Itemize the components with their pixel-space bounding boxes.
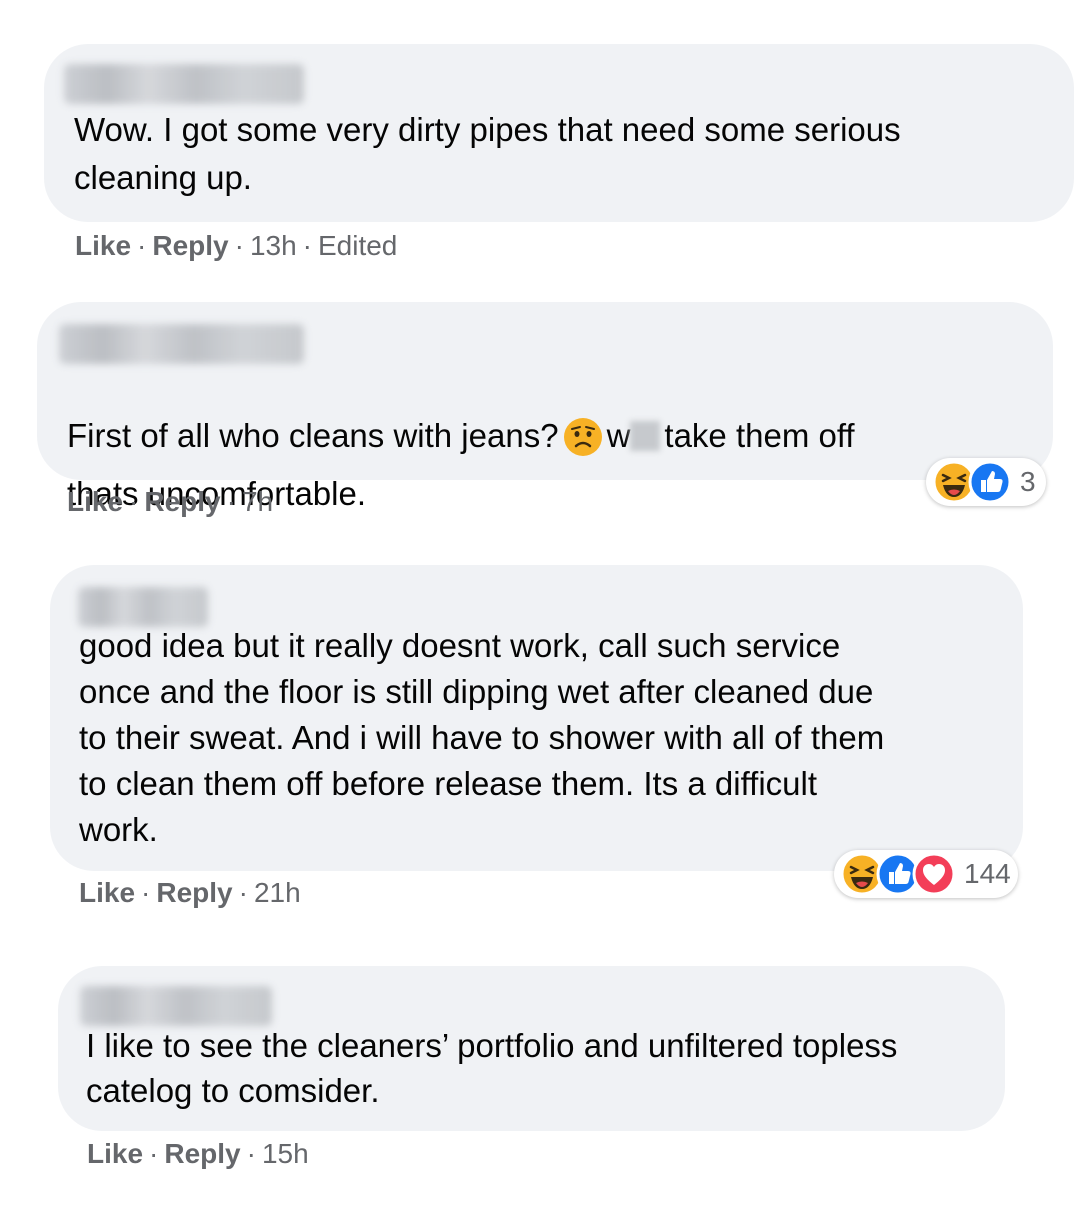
author-name-blurred[interactable] (59, 324, 304, 364)
like-button[interactable]: Like (75, 230, 131, 261)
separator: · (149, 1138, 159, 1169)
comment-text: good idea but it really doesnt work, cal… (79, 627, 885, 848)
comment-text: I like to see the cleaners’ portfolio an… (86, 1027, 898, 1109)
separator: · (226, 486, 236, 517)
like-button[interactable]: Like (79, 877, 135, 908)
comment-timestamp[interactable]: 13h (250, 230, 297, 261)
comment-bubble: I like to see the cleaners’ portfolio an… (58, 966, 1005, 1131)
reaction-count: 3 (1020, 466, 1036, 497)
reply-button[interactable]: Reply (156, 877, 232, 908)
comment-actions: Like · Reply · 7h (67, 486, 273, 518)
reactions-summary[interactable]: 3 (926, 458, 1046, 506)
comment-bubble: First of all who cleans with jeans? w take… (37, 302, 1053, 512)
comment-actions: Like · Reply · 13h · Edited (75, 230, 397, 262)
separator: · (238, 877, 248, 908)
reply-button[interactable]: Reply (164, 1138, 240, 1169)
comment-bubble: Wow. I got some very dirty pipes that ne… (44, 44, 1074, 222)
comment-bubble: good idea but it really doesnt work, cal… (50, 565, 1023, 871)
reply-button[interactable]: Reply (144, 486, 220, 517)
separator: · (246, 1138, 256, 1169)
author-name-blurred[interactable] (80, 986, 272, 1026)
like-icon (968, 460, 1012, 504)
comment-actions: Like · Reply · 15h (87, 1138, 309, 1170)
worried-face-icon (563, 417, 603, 470)
separator: · (302, 230, 312, 261)
redacted-name (630, 421, 661, 451)
separator: · (129, 486, 139, 517)
comment-text-part: take them off (664, 417, 855, 454)
comment-text: Wow. I got some very dirty pipes that ne… (74, 111, 901, 196)
like-button[interactable]: Like (67, 486, 123, 517)
comment-timestamp[interactable]: 21h (254, 877, 301, 908)
comment-text-part: First of all who cleans with jeans? (67, 417, 559, 454)
comment-actions: Like · Reply · 21h (79, 877, 301, 909)
comment-timestamp[interactable]: 15h (262, 1138, 309, 1169)
reply-button[interactable]: Reply (152, 230, 228, 261)
reactions-summary[interactable]: 144 (834, 850, 1018, 898)
comment-text-part: w (606, 417, 631, 454)
edited-label[interactable]: Edited (318, 230, 397, 261)
reaction-count: 144 (964, 858, 1011, 889)
separator: · (137, 230, 147, 261)
comment-timestamp[interactable]: 7h (242, 486, 273, 517)
love-icon (912, 852, 956, 896)
separator: · (234, 230, 244, 261)
author-name-blurred[interactable] (78, 587, 208, 627)
like-button[interactable]: Like (87, 1138, 143, 1169)
author-name-blurred[interactable] (64, 64, 304, 104)
separator: · (141, 877, 151, 908)
